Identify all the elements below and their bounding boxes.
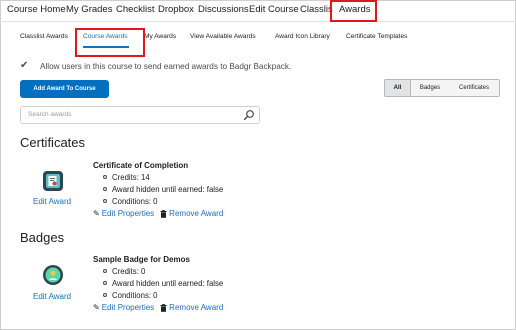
badge-detail-conditions: Conditions: 0: [103, 291, 158, 300]
badge-icon: [43, 265, 63, 285]
add-award-button[interactable]: Add Award To Course: [20, 80, 109, 98]
badgr-setting-label: Allow users in this course to send earne…: [40, 61, 292, 71]
trash-icon: [160, 303, 167, 312]
badge-detail-hidden: Award hidden until earned: false: [103, 279, 223, 288]
certificate-detail-conditions: Conditions: 0: [103, 197, 158, 206]
certificate-remove-award-link[interactable]: Remove Award: [169, 209, 223, 218]
nav-checklist[interactable]: Checklist: [116, 4, 155, 15]
badge-edit-properties-link[interactable]: Edit Properties: [102, 303, 154, 312]
badge-detail-credits: Credits: 0: [103, 267, 145, 276]
badgr-setting: ✔ Allow users in this course to send ear…: [20, 60, 291, 72]
tab-view-available-awards[interactable]: View Available Awards: [190, 33, 256, 40]
checkmark-icon[interactable]: ✔: [20, 60, 32, 72]
search-icon[interactable]: [243, 109, 255, 121]
awards-highlight-box: [330, 0, 377, 22]
search-placeholder: Search awards: [28, 111, 72, 118]
badge-award-name: Sample Badge for Demos: [93, 255, 190, 264]
nav-my-grades[interactable]: My Grades: [66, 4, 112, 15]
tab-my-awards[interactable]: My Awards: [144, 33, 176, 40]
trash-icon: [160, 209, 167, 218]
search-input[interactable]: Search awards: [20, 106, 260, 124]
certificates-heading: Certificates: [20, 135, 86, 150]
certificate-award-name: Certificate of Completion: [93, 161, 189, 170]
certificate-actions: ✎ Edit Properties Remove Award: [93, 209, 223, 218]
course-navbar: Course Home My Grades Checklist Dropbox …: [0, 0, 516, 22]
pencil-icon: ✎: [93, 303, 100, 312]
nav-course-home[interactable]: Course Home: [7, 4, 66, 15]
certificate-icon: [43, 171, 63, 191]
nav-discussions[interactable]: Discussions: [198, 4, 249, 15]
filter-badges[interactable]: Badges: [411, 80, 449, 96]
award-type-filter: All Badges Certificates: [384, 79, 500, 97]
nav-classlist[interactable]: Classlis: [300, 4, 333, 15]
tab-classlist-awards[interactable]: Classlist Awards: [20, 33, 68, 40]
nav-dropbox[interactable]: Dropbox: [158, 4, 194, 15]
tab-award-icon-library[interactable]: Award Icon Library: [275, 33, 330, 40]
certificate-edit-award-link[interactable]: Edit Award: [33, 197, 71, 206]
badge-edit-award-link[interactable]: Edit Award: [33, 292, 71, 301]
filter-certificates[interactable]: Certificates: [449, 80, 499, 96]
tab-certificate-templates[interactable]: Certificate Templates: [346, 33, 407, 40]
certificate-detail-credits: Credits: 14: [103, 173, 150, 182]
badge-remove-award-link[interactable]: Remove Award: [169, 303, 223, 312]
certificate-detail-hidden: Award hidden until earned: false: [103, 185, 223, 194]
pencil-icon: ✎: [93, 209, 100, 218]
course-awards-highlight-box: [75, 28, 145, 57]
nav-edit-course[interactable]: Edit Course: [249, 4, 299, 15]
badge-actions: ✎ Edit Properties Remove Award: [93, 303, 223, 312]
certificate-edit-properties-link[interactable]: Edit Properties: [102, 209, 154, 218]
filter-all[interactable]: All: [385, 80, 411, 96]
badges-heading: Badges: [20, 230, 65, 245]
